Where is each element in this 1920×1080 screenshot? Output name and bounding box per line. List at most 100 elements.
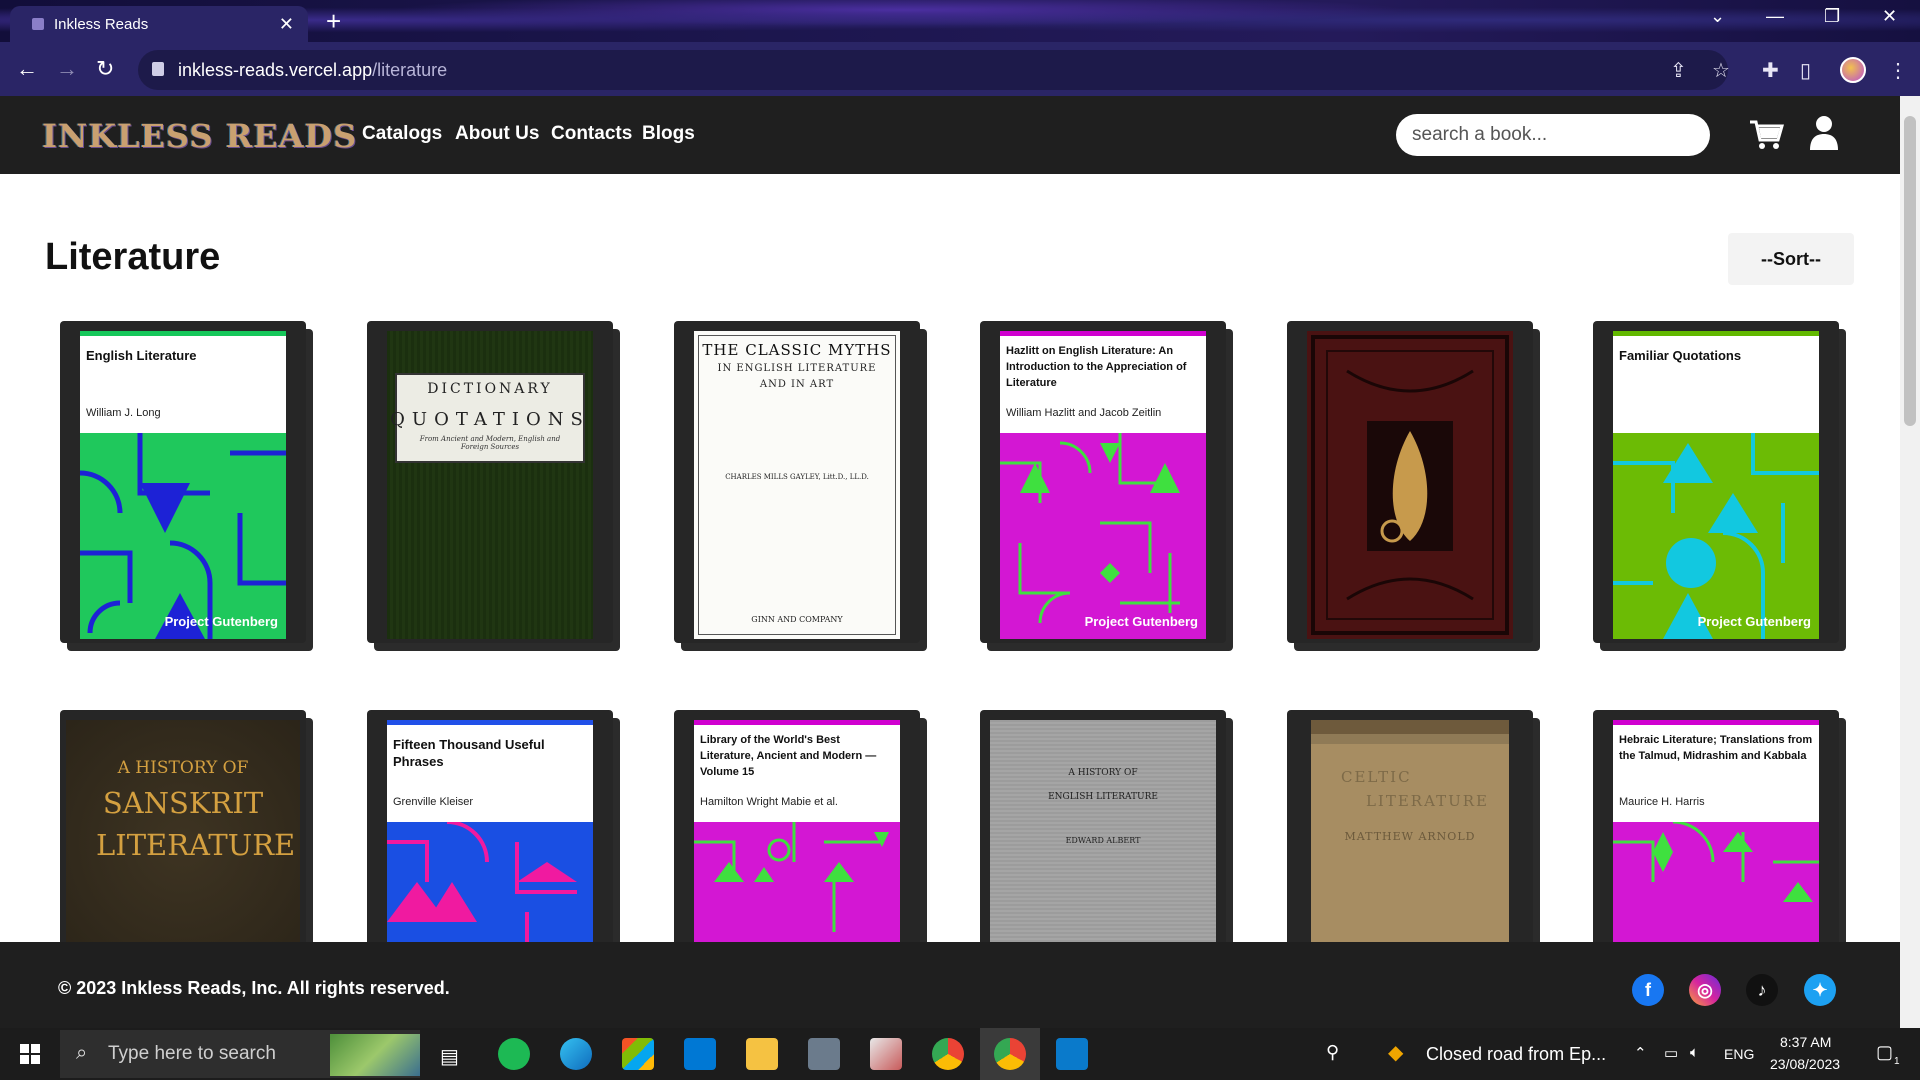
book-card-classic-myths[interactable]: THE CLASSIC MYTHS IN ENGLISH LITERATURE … xyxy=(674,321,920,643)
book-subtitle: QUOTATIONS xyxy=(390,409,590,430)
publisher-label: Project Gutenberg xyxy=(1084,614,1198,629)
file-explorer-icon[interactable] xyxy=(746,1038,778,1070)
publisher-label: Project Gutenberg xyxy=(1697,614,1811,629)
tab-search-chevron-icon[interactable]: ⌄ xyxy=(1710,6,1725,27)
book-card-familiar-quotations[interactable]: Familiar Quotations Project Gutenberg xyxy=(1593,321,1839,643)
profile-avatar[interactable] xyxy=(1840,57,1866,83)
back-arrow-icon[interactable]: ← xyxy=(16,56,38,82)
book-cover: Hazlitt on English Literature: An Introd… xyxy=(1000,331,1206,639)
book-title: Fifteen Thousand Useful Phrases xyxy=(393,737,545,769)
search-icon: ⌕ xyxy=(76,1042,88,1064)
book-subtitle: ENGLISH LITERATURE xyxy=(1048,792,1158,802)
lock-icon[interactable] xyxy=(152,62,164,76)
publisher-label: Project Gutenberg xyxy=(164,614,278,629)
book-title: Familiar Quotations xyxy=(1619,348,1742,363)
people-icon[interactable]: ⚲ xyxy=(1326,1042,1339,1063)
nav-catalogs[interactable]: Catalogs xyxy=(362,123,442,145)
forward-arrow-icon[interactable]: → xyxy=(56,56,78,82)
tab-title: Inkless Reads xyxy=(54,15,149,33)
book-author: William J. Long xyxy=(86,407,161,419)
book-card-english-literature[interactable]: English Literature William J. Long Proje… xyxy=(60,321,306,643)
tiktok-icon[interactable]: ♪ xyxy=(1746,974,1778,1006)
chrome-menu-icon[interactable]: ⋮ xyxy=(1888,58,1908,83)
book-subtitle: SANSKRIT LITERATURE xyxy=(96,786,296,862)
tab-close-icon[interactable]: ✕ xyxy=(279,14,294,35)
new-tab-button[interactable]: + xyxy=(326,6,341,37)
book-subtitle: IN ENGLISH LITERATURE AND IN ART xyxy=(717,363,877,390)
vscode-icon[interactable] xyxy=(1056,1038,1088,1070)
restore-button[interactable]: ❐ xyxy=(1824,6,1840,27)
book-publisher: GINN AND COMPANY xyxy=(751,615,843,624)
cart-icon[interactable] xyxy=(1748,116,1784,152)
cover-pattern-graphic xyxy=(1613,433,1819,639)
tray-expand-icon[interactable]: ⌃ xyxy=(1634,1044,1647,1062)
ornate-cover-illustration xyxy=(1307,331,1513,639)
clock-time[interactable]: 8:37 AM xyxy=(1780,1034,1831,1050)
facebook-icon[interactable]: f xyxy=(1632,974,1664,1006)
sort-select[interactable]: --Sort-- xyxy=(1728,233,1854,285)
minimize-button[interactable]: — xyxy=(1766,6,1784,27)
cover-pattern-graphic xyxy=(1000,433,1206,639)
nav-contacts[interactable]: Contacts xyxy=(551,123,632,145)
volume-icon[interactable]: 🔈︎ xyxy=(1690,1044,1699,1061)
book-author: Hamilton Wright Mabie et al. xyxy=(700,796,838,808)
instagram-icon[interactable]: ◎ xyxy=(1689,974,1721,1006)
mail-icon[interactable] xyxy=(684,1038,716,1070)
book-title: English Literature xyxy=(86,348,197,363)
chrome-profile-icon[interactable] xyxy=(994,1038,1026,1070)
close-window-button[interactable]: ✕ xyxy=(1882,6,1897,27)
browser-tab[interactable]: Inkless Reads ✕ xyxy=(10,6,308,42)
book-search-input[interactable] xyxy=(1396,114,1710,156)
side-panel-icon[interactable]: ▯ xyxy=(1800,58,1811,83)
news-ticker[interactable]: Closed road from Ep... xyxy=(1426,1044,1606,1065)
book-note: From Ancient and Modern, English and For… xyxy=(419,435,561,451)
scrollbar-thumb[interactable] xyxy=(1904,116,1916,426)
book-title: THE CLASSIC MYTHS xyxy=(702,341,892,359)
book-card-hazlitt[interactable]: Hazlitt on English Literature: An Introd… xyxy=(980,321,1226,643)
book-card-dictionary-of-quotations[interactable]: DICTIONARY QUOTATIONS From Ancient and M… xyxy=(367,321,613,643)
book-author: Maurice H. Harris xyxy=(1619,796,1705,808)
extensions-icon[interactable]: ✚ xyxy=(1762,58,1779,83)
book-title: A HISTORY OF xyxy=(1068,768,1138,778)
book-subtitle: LITERATURE xyxy=(1365,792,1489,810)
copyright-text: © 2023 Inkless Reads, Inc. All rights re… xyxy=(58,978,450,998)
spotify-icon[interactable] xyxy=(498,1038,530,1070)
book-title: DICTIONARY xyxy=(427,381,553,397)
reload-icon[interactable]: ↻ xyxy=(96,56,114,82)
book-author: William Hazlitt and Jacob Zeitlin xyxy=(1006,407,1162,419)
book-cover: THE CLASSIC MYTHS IN ENGLISH LITERATURE … xyxy=(694,331,900,639)
site-logo[interactable]: INKLESS READS xyxy=(42,117,357,155)
share-icon[interactable]: ⇪ xyxy=(1670,58,1687,83)
tab-favicon-icon xyxy=(32,18,44,30)
twitter-icon[interactable]: ✦ xyxy=(1804,974,1836,1006)
nav-blogs[interactable]: Blogs xyxy=(642,123,695,145)
chrome-icon[interactable] xyxy=(932,1038,964,1070)
calculator-icon[interactable] xyxy=(808,1038,840,1070)
book-author: Grenville Kleiser xyxy=(393,796,474,808)
device-icon[interactable]: ▭ xyxy=(1664,1044,1678,1062)
store-icon[interactable] xyxy=(622,1038,654,1070)
book-cover xyxy=(1307,331,1513,639)
search-highlight-image xyxy=(330,1034,420,1076)
notification-icon[interactable]: ▢ xyxy=(1876,1042,1893,1063)
url-text[interactable]: inkless-reads.vercel.app/literature xyxy=(178,60,447,81)
book-card-ornate-red[interactable] xyxy=(1287,321,1533,643)
user-icon[interactable] xyxy=(1808,114,1840,150)
book-author: MATTHEW ARNOLD xyxy=(1344,830,1476,843)
book-author: EDWARD ALBERT xyxy=(1065,836,1141,845)
book-title: A HISTORY OF xyxy=(117,758,249,778)
page-title: Literature xyxy=(45,236,221,278)
edge-icon[interactable] xyxy=(560,1038,592,1070)
clock-date[interactable]: 23/08/2023 xyxy=(1770,1056,1840,1072)
bookmark-star-icon[interactable]: ☆ xyxy=(1712,58,1730,83)
language-indicator[interactable]: ENG xyxy=(1724,1046,1754,1062)
book-cover: Familiar Quotations Project Gutenberg xyxy=(1613,331,1819,639)
book-title: Hebraic Literature; Translations from th… xyxy=(1619,734,1813,762)
traffic-alert-icon[interactable]: ◆ xyxy=(1388,1040,1403,1065)
book-cover: DICTIONARY QUOTATIONS From Ancient and M… xyxy=(387,331,593,639)
task-view-icon[interactable]: ▤ xyxy=(440,1044,459,1069)
windows-start-icon[interactable] xyxy=(20,1044,40,1064)
nav-about-us[interactable]: About Us xyxy=(455,123,539,145)
paint-icon[interactable] xyxy=(870,1038,902,1070)
book-title: Hazlitt on English Literature: An Introd… xyxy=(1006,345,1187,389)
